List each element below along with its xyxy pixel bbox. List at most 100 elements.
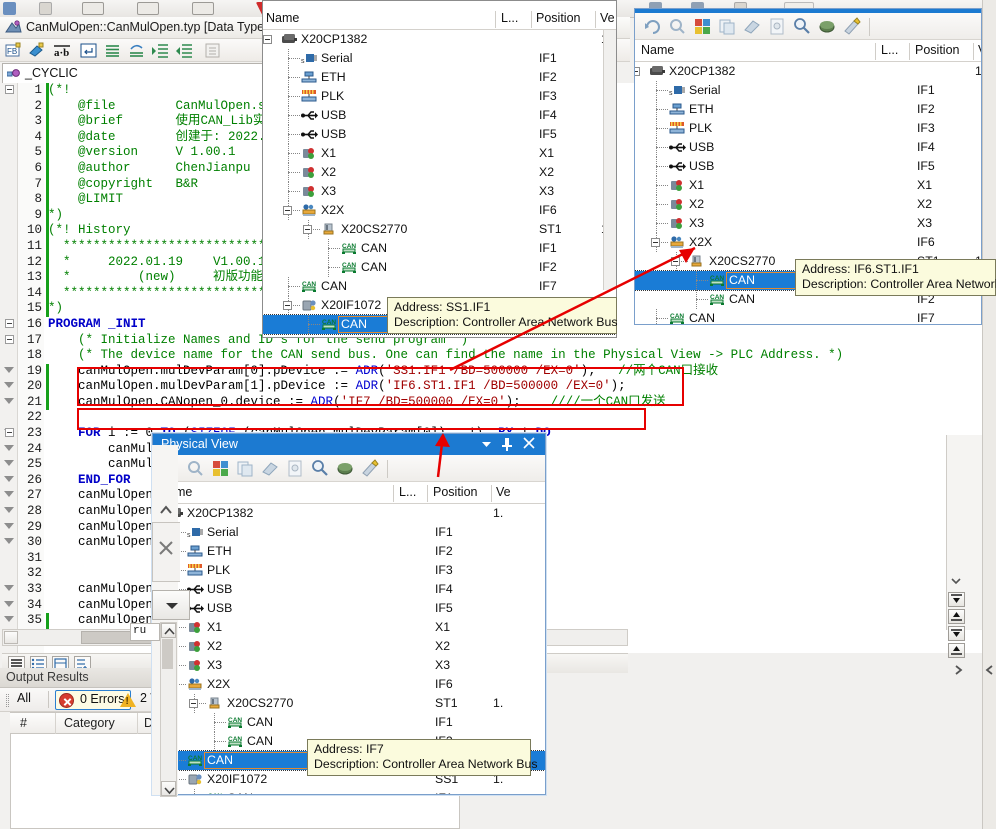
tree-row[interactable]: s Serial IF1 (153, 523, 545, 542)
toolbar-icon-list3[interactable] (192, 2, 215, 15)
fold-arrow-icon[interactable] (4, 397, 14, 404)
tree-row[interactable]: X20CS2770ST11. (263, 220, 616, 239)
fold-collapse-icon[interactable] (5, 334, 14, 344)
pv-bottom-column-header[interactable]: Name L... Position Ve (153, 482, 545, 504)
inspect-icon[interactable] (793, 17, 812, 36)
edit-pencil-icon[interactable] (843, 17, 862, 36)
tree-row[interactable]: USB IF5 (153, 599, 545, 618)
tree-row[interactable]: ETH IF2 (263, 68, 616, 87)
tree-row[interactable]: X2X IF6 (635, 233, 981, 252)
search-icon[interactable] (668, 17, 687, 36)
copy-icon[interactable] (718, 17, 737, 36)
toolbar-icon-list2[interactable] (137, 2, 160, 15)
output-header-sep-1[interactable] (55, 713, 56, 734)
pv-mid-sep-2[interactable] (531, 11, 532, 28)
pv-right-toolbar[interactable] (635, 13, 981, 40)
tree-row[interactable]: X2 X2 (263, 163, 616, 182)
fold-arrow-icon[interactable] (4, 538, 14, 545)
tree-row[interactable]: USB IF4 (635, 138, 981, 157)
tree-row[interactable]: USB IF4 (153, 580, 545, 599)
output-header-sep-2[interactable] (137, 713, 138, 734)
pv-right-sep-2[interactable] (909, 43, 910, 60)
pv-right-column-header[interactable]: Name L... Position Ve (635, 40, 981, 62)
tree-expander-icon[interactable] (651, 238, 660, 247)
tree-expander-icon[interactable] (283, 301, 292, 310)
tree-expander-icon[interactable] (189, 699, 198, 708)
fold-arrow-icon[interactable] (4, 444, 14, 451)
fold-collapse-icon[interactable] (5, 318, 14, 328)
right-dock-strip[interactable] (982, 0, 996, 829)
tree-row[interactable]: CAN CAN IF1 (153, 713, 545, 732)
tree-row[interactable]: X20CP13821. (153, 504, 545, 523)
refresh-icon[interactable] (643, 17, 662, 36)
fold-arrow-icon[interactable] (4, 475, 14, 482)
add-hardware-icon[interactable] (693, 17, 712, 36)
code-line[interactable]: 18 (* The device name for the CAN send b… (2, 348, 996, 364)
fold-arrow-icon[interactable] (4, 366, 14, 373)
rename-ab-icon[interactable]: a·b (52, 42, 70, 59)
bookmark-next-button[interactable] (948, 626, 965, 641)
pv-mid-sep-3[interactable] (595, 11, 596, 28)
artifact-scroll-thumb[interactable] (162, 639, 173, 669)
output-grip[interactable] (6, 694, 9, 707)
tree-row[interactable]: PLK IF3 (263, 87, 616, 106)
tree-row[interactable]: USB IF5 (635, 157, 981, 176)
tree-expander-icon[interactable] (635, 67, 640, 76)
editor-scroll-down-chevron[interactable] (950, 575, 962, 587)
fold-arrow-icon[interactable] (4, 382, 14, 389)
bookmark-prev-button[interactable] (948, 609, 965, 624)
simulation-icon[interactable] (336, 459, 355, 478)
fold-arrow-icon[interactable] (4, 460, 14, 467)
tree-expander-icon[interactable] (263, 35, 272, 44)
pv-mid-tree[interactable]: X20CP13821.sSerialIF1ETHIF2PLKIF3USBIF4U… (263, 30, 616, 335)
artifact-text-field[interactable]: ru (130, 623, 160, 641)
tree-row[interactable]: X2X IF6 (153, 675, 545, 694)
tree-row[interactable]: X20CP13821. (635, 62, 981, 81)
configuration-icon[interactable] (261, 459, 280, 478)
dropdown-button[interactable] (152, 590, 190, 620)
tree-row[interactable]: X2 X2 (153, 637, 545, 656)
configuration-icon[interactable] (743, 17, 762, 36)
tree-row[interactable]: X20CP13821. (263, 30, 616, 49)
tree-row[interactable]: X2X IF6 (263, 201, 616, 220)
fold-arrow-icon[interactable] (4, 491, 14, 498)
tree-expander-icon[interactable] (303, 225, 312, 234)
tree-row[interactable]: X1 X1 (153, 618, 545, 637)
pv-bottom-titlebar[interactable]: Physical View (153, 434, 545, 455)
pv-right-sep-3[interactable] (973, 43, 974, 60)
tree-row[interactable]: s Serial IF1 (263, 49, 616, 68)
tree-row[interactable]: X20CS2770ST11. (153, 694, 545, 713)
toolbar-icon-generic[interactable] (3, 2, 16, 15)
filter-all-button[interactable]: All (17, 691, 31, 705)
tree-row[interactable]: X1 X1 (635, 176, 981, 195)
fold-arrow-icon[interactable] (4, 585, 14, 591)
insert-fb-icon[interactable]: FB (5, 42, 22, 59)
tree-row[interactable]: CAN CAN IF2 (263, 258, 616, 277)
editor-scroll-right-chevron[interactable] (952, 663, 966, 677)
pv-bottom-sep-2[interactable] (427, 485, 428, 502)
inspect-icon[interactable] (311, 459, 330, 478)
tab-cyclic[interactable]: _CYCLIC (2, 63, 264, 83)
properties-icon[interactable] (204, 42, 221, 59)
tree-row[interactable]: PLK IF3 (153, 561, 545, 580)
right-dock-collapse-chevron[interactable] (984, 663, 996, 677)
pv-bottom-sep-3[interactable] (491, 485, 492, 502)
tree-row[interactable]: PLK IF3 (635, 119, 981, 138)
simulation-icon[interactable] (818, 17, 837, 36)
edit-pencil-icon[interactable] (361, 459, 380, 478)
artifact-scroll-up[interactable] (161, 623, 176, 638)
increase-indent-icon[interactable] (152, 42, 169, 59)
pv-mid-sep-1[interactable] (495, 11, 496, 28)
bookmark-first-button[interactable] (948, 592, 965, 607)
pv-mid-vscrollbar[interactable] (603, 30, 616, 290)
tree-row[interactable]: ETH IF2 (635, 100, 981, 119)
tree-row[interactable]: s Serial IF1 (635, 81, 981, 100)
artifact-vscrollbar[interactable] (160, 622, 177, 797)
tree-row[interactable]: X1 X1 (263, 144, 616, 163)
tree-row[interactable]: USB IF4 (263, 106, 616, 125)
tree-row[interactable]: CAN CAN IF1 (153, 789, 545, 794)
undo-indent-icon[interactable] (128, 42, 145, 59)
fold-arrow-icon[interactable] (4, 507, 14, 514)
document-page-icon[interactable] (286, 459, 305, 478)
tree-row[interactable]: X3 X3 (263, 182, 616, 201)
